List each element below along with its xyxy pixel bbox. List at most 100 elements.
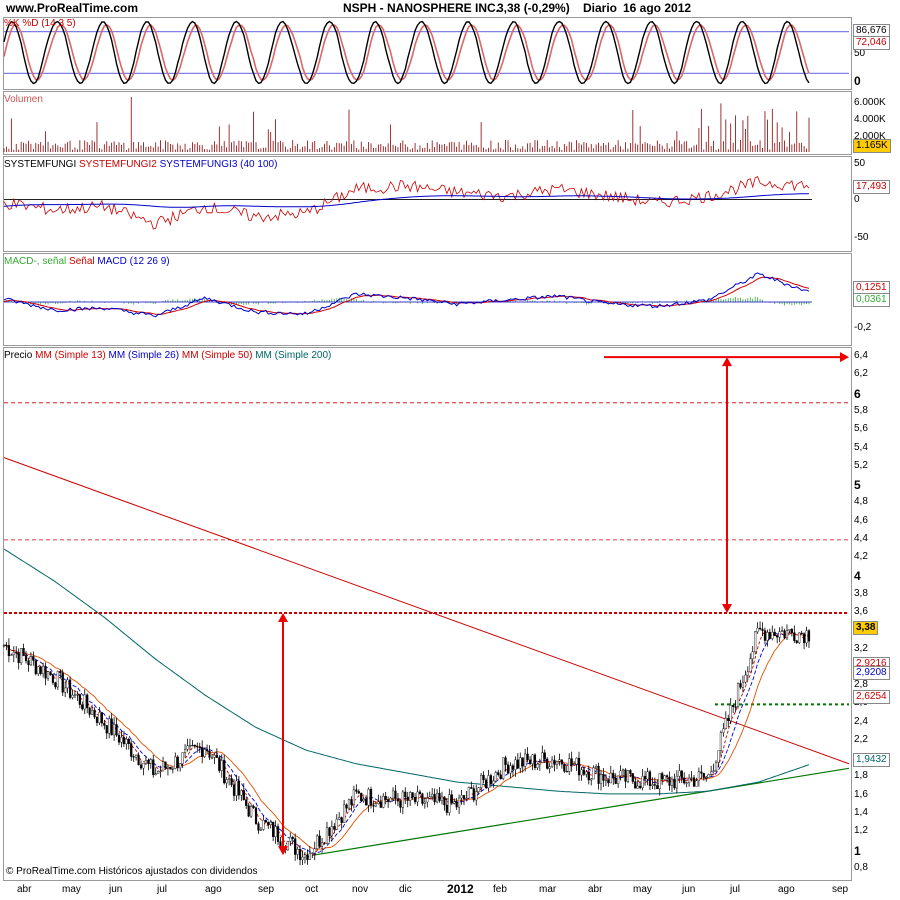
- price-tick: 1,6: [854, 788, 868, 800]
- price-candle: [61, 672, 64, 693]
- price-candle: [631, 773, 634, 782]
- price-candle: [316, 835, 319, 849]
- price-candle: [526, 753, 529, 761]
- price-candle: [494, 772, 497, 782]
- price-candle: [250, 806, 253, 817]
- price-candle: [717, 750, 720, 763]
- price-candle: [722, 728, 725, 733]
- price-candle: [609, 772, 612, 784]
- price-tick: 1: [854, 843, 861, 858]
- price-candle: [113, 724, 116, 736]
- price-candle: [389, 797, 392, 802]
- price-candle: [685, 782, 688, 784]
- price-candle: [573, 763, 576, 766]
- price-tick: 5,6: [854, 423, 868, 435]
- price-tick: 5,2: [854, 459, 868, 471]
- price-candle: [646, 771, 649, 780]
- uptrend-line: [312, 767, 850, 856]
- price-candle: [5, 644, 8, 647]
- price-candle: [401, 791, 404, 808]
- price-candle: [269, 821, 272, 825]
- price-candle: [394, 790, 397, 799]
- price-candle: [543, 752, 546, 760]
- price-candle: [636, 785, 639, 789]
- price-candle: [59, 671, 62, 674]
- price-candle: [15, 652, 18, 654]
- price-candle: [254, 807, 258, 824]
- price-candle: [563, 764, 566, 772]
- price-tick: 1,4: [854, 807, 868, 819]
- price-candle: [651, 784, 654, 787]
- price-candle: [732, 705, 735, 707]
- price-candle: [142, 763, 145, 769]
- price-candle: [22, 648, 25, 656]
- price-candle: [164, 761, 167, 769]
- price-candle: [76, 694, 79, 696]
- price-candle: [465, 797, 468, 800]
- price-candle: [516, 759, 519, 769]
- price-candle: [413, 797, 417, 803]
- month-label: mar: [539, 884, 557, 895]
- price-candle: [220, 760, 223, 771]
- price-candle: [763, 630, 767, 641]
- price-candle: [7, 645, 10, 657]
- price-candle: [587, 771, 590, 781]
- price-candle: [313, 848, 316, 854]
- month-label: feb: [493, 884, 507, 895]
- price-tick: 1,2: [854, 825, 868, 837]
- chart-svg: [2, 20, 850, 866]
- price-candle: [362, 799, 365, 802]
- price-candle: [580, 769, 583, 776]
- price-candle: [56, 671, 59, 688]
- price-candle: [384, 795, 387, 800]
- price-candle: [127, 738, 130, 744]
- price-candle: [739, 683, 742, 688]
- price-candle: [800, 632, 803, 635]
- price-candle: [663, 775, 666, 780]
- ma13-label: MM (Simple 13): [35, 350, 106, 361]
- month-label: jul: [157, 884, 168, 895]
- price-candle: [81, 704, 84, 710]
- vol-tick-4000: 4.000K: [854, 114, 886, 125]
- price-tick: 5,8: [854, 404, 868, 416]
- price-candle: [350, 799, 353, 805]
- month-label: ago: [205, 884, 222, 895]
- ma50-label: MM (Simple 50): [181, 350, 253, 361]
- price-candle: [528, 759, 532, 764]
- price-candle: [472, 788, 475, 801]
- price-candle: [805, 630, 808, 644]
- price-candle: [724, 718, 727, 730]
- price-candle: [115, 724, 118, 736]
- price-candle: [511, 765, 515, 770]
- price-candle: [624, 769, 627, 782]
- price-candle: [152, 759, 155, 775]
- price-candle: [619, 770, 622, 777]
- price-candle: [137, 754, 140, 766]
- price-candle: [597, 766, 600, 784]
- price-candle: [171, 768, 174, 770]
- price-candle: [149, 759, 152, 764]
- price-candle: [729, 705, 732, 721]
- price-candle: [183, 749, 187, 753]
- price-candle: [448, 794, 451, 813]
- price-candle: [396, 798, 400, 802]
- price-candle: [208, 750, 211, 758]
- month-label: may: [62, 884, 81, 895]
- price-candle: [291, 836, 294, 839]
- price-candle: [688, 777, 691, 783]
- price-candle: [404, 791, 407, 798]
- macd-signal-label: Señal: [69, 256, 95, 267]
- stoch-label: %K %D (14 3 5): [4, 18, 76, 29]
- price-candle: [487, 775, 490, 789]
- price-candle: [421, 793, 424, 804]
- price-candle: [154, 773, 157, 775]
- price-candle: [585, 771, 588, 775]
- price-candle: [428, 796, 431, 799]
- price-candle: [335, 818, 338, 830]
- price-candle: [470, 787, 473, 789]
- price-candle: [147, 760, 150, 764]
- price-candle: [746, 671, 749, 676]
- price-candle: [301, 856, 304, 860]
- price-candle: [668, 776, 671, 786]
- macd-main-line: [3, 272, 810, 318]
